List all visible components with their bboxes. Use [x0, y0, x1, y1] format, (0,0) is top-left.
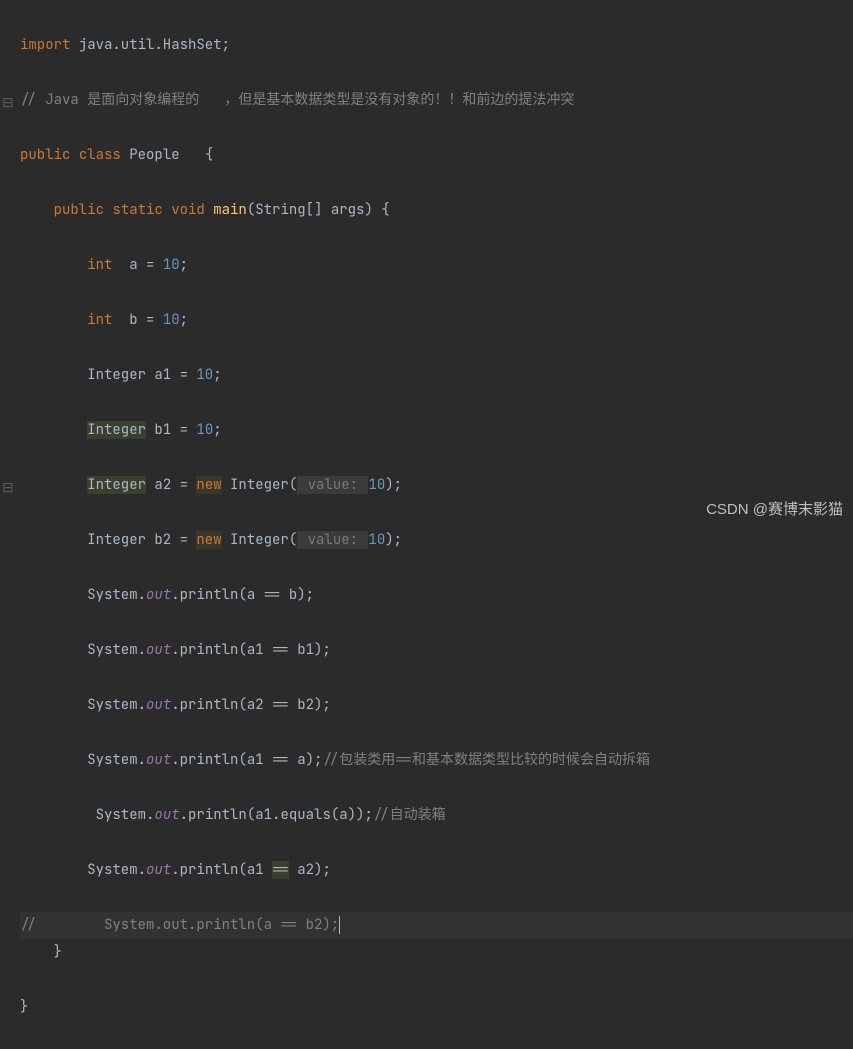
code-line: public static void main(String[] args) { [20, 197, 853, 225]
code-line: Integer a1 = 10; [20, 362, 853, 390]
keyword: import [20, 36, 70, 54]
code-line: int b = 10; [20, 307, 853, 335]
code-line: System.out.println(a2 == b2); [20, 692, 853, 720]
code-editor[interactable]: import java.util.HashSet; // Java 是面向对象编… [0, 0, 853, 1049]
code-line: int a = 10; [20, 252, 853, 280]
comment: // Java 是面向对象编程的 ，但是基本数据类型是没有对象的！！和前边的提法… [20, 91, 574, 109]
code-line: System.out.println(a1 == a);//包装类用==和基本数… [20, 747, 853, 775]
code-line: // Java 是面向对象编程的 ，但是基本数据类型是没有对象的！！和前边的提法… [20, 87, 853, 115]
param-hint: value: [297, 476, 368, 494]
fold-icon[interactable]: ⊟ [2, 90, 14, 118]
code-line: Integer b2 = new Integer( value: 10); [20, 527, 853, 555]
param-hint: value: [297, 531, 368, 549]
code-line: } [20, 939, 853, 967]
fold-icon[interactable]: ⊟ [2, 475, 14, 503]
code-line: import java.util.HashSet; [20, 32, 853, 60]
current-line: // System.out.println(a == b2); [20, 912, 853, 940]
code-line: System.out.println(a1 == b1); [20, 637, 853, 665]
code-line: public class People { [20, 142, 853, 170]
code-line: System.out.println(a1.equals(a));//自动装箱 [20, 802, 853, 830]
code-line: Integer b1 = 10; [20, 417, 853, 445]
watermark: CSDN @赛博末影猫 [706, 496, 843, 524]
code-line: System.out.println(a1 == a2); [20, 857, 853, 885]
code-line: System.out.println(a == b); [20, 582, 853, 610]
code-line: } [20, 994, 853, 1022]
text-cursor [339, 916, 340, 934]
